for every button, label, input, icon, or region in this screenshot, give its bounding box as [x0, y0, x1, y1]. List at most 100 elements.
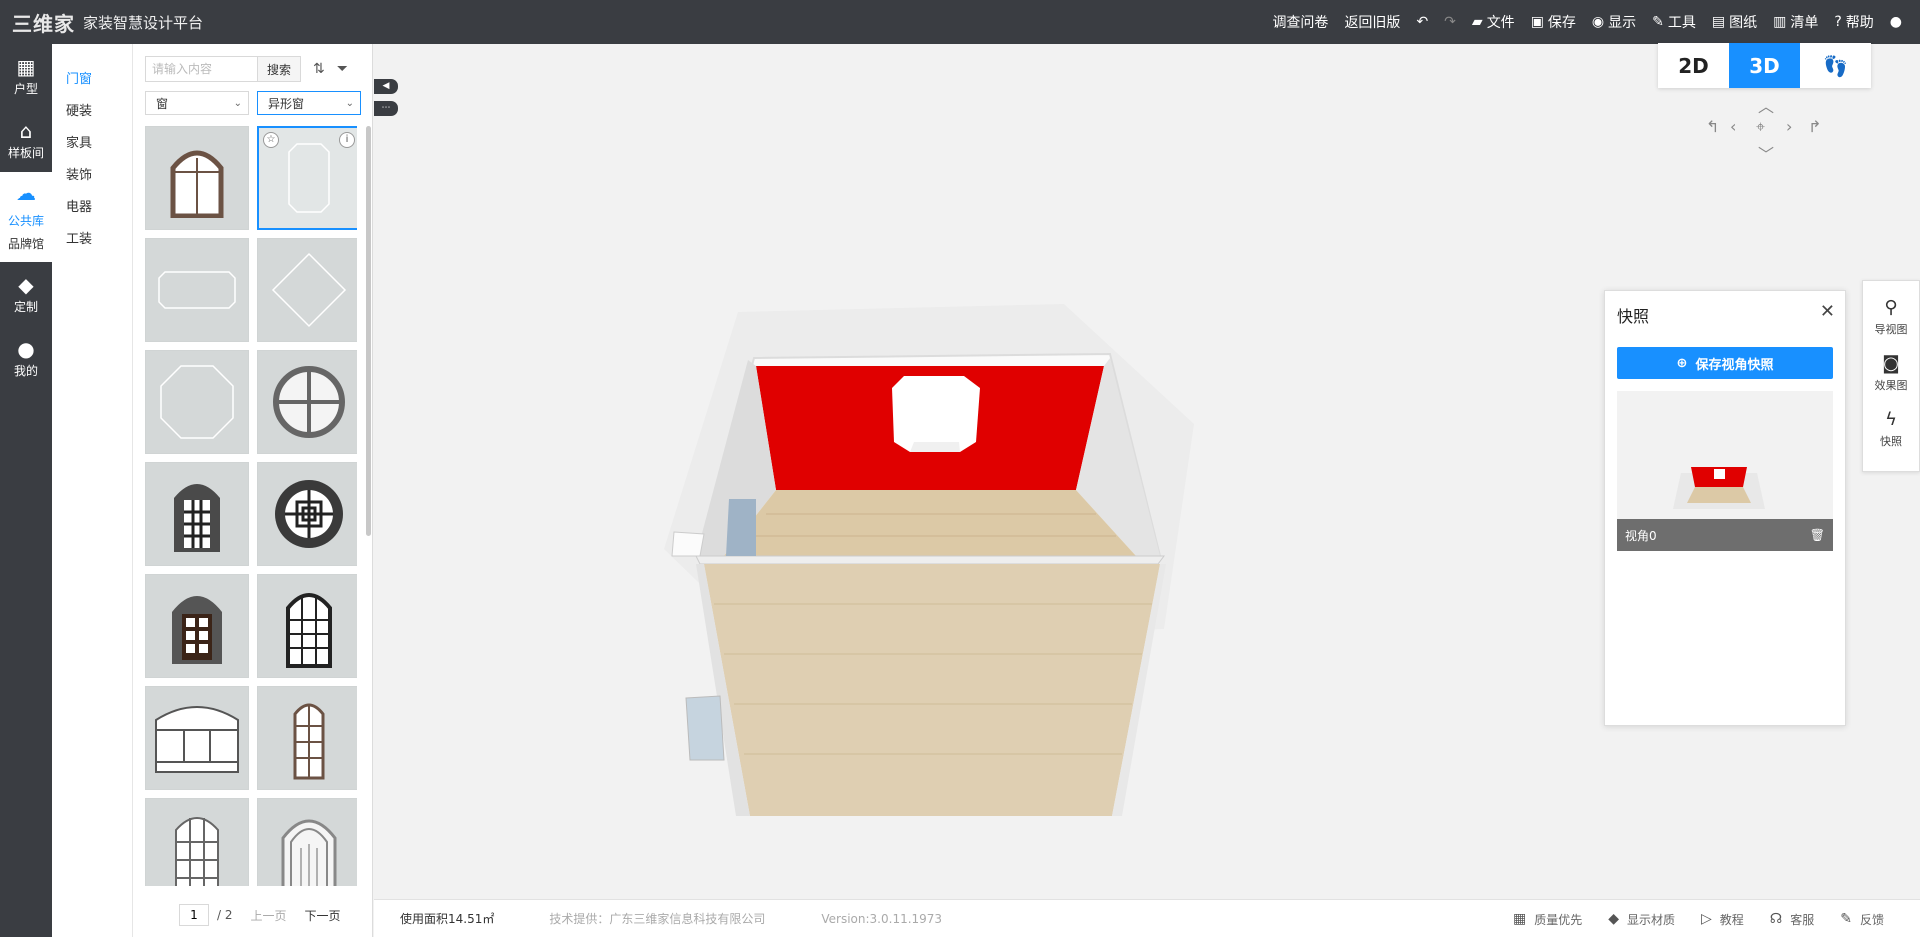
- headset-icon: ☊: [1769, 911, 1783, 927]
- filter-icon[interactable]: ⏷: [337, 61, 348, 77]
- rotate-right-icon[interactable]: ↱: [1808, 117, 1821, 136]
- tab-2d[interactable]: 2D: [1658, 43, 1729, 88]
- rail-brand-hall[interactable]: 品牌馆: [8, 235, 44, 252]
- type-select[interactable]: 窗 ⌄: [145, 91, 249, 115]
- arched-window-thumb: [170, 150, 224, 218]
- trash-icon[interactable]: 🗑: [1810, 528, 1825, 542]
- pager: / 2 上一页 下一页: [179, 904, 341, 926]
- page-input[interactable]: [179, 904, 209, 926]
- save-menu[interactable]: ▣ 保存: [1531, 12, 1576, 32]
- collapse-panel-toggle[interactable]: ◀: [374, 79, 398, 94]
- model-tile[interactable]: [145, 238, 249, 342]
- model-tile[interactable]: [257, 574, 357, 678]
- service-link[interactable]: ☊ 客服: [1770, 911, 1814, 928]
- pan-up-icon[interactable]: ︿: [1758, 93, 1774, 117]
- feedback-link[interactable]: ✎ 反馈: [1840, 911, 1884, 928]
- snapshot-thumbnail: [1673, 467, 1765, 509]
- tech-provider: 技术提供：广东三维家信息科技有限公司: [549, 912, 766, 926]
- app-title: 家装智慧设计平台: [83, 13, 204, 32]
- wrench-icon: ✎: [1652, 14, 1664, 30]
- model-tile[interactable]: [257, 350, 357, 454]
- info-icon[interactable]: i: [339, 132, 355, 148]
- tutorial-link[interactable]: ▷ 教程: [1701, 911, 1744, 928]
- tab-3d[interactable]: 3D: [1729, 43, 1800, 88]
- save-snapshot-button[interactable]: ⊕ 保存视角快照: [1617, 347, 1833, 379]
- model-tile[interactable]: [145, 574, 249, 678]
- help-menu[interactable]: ? 帮助: [1834, 12, 1873, 32]
- prev-page-link[interactable]: 上一页: [251, 907, 287, 924]
- subtype-select[interactable]: 异形窗 ⌄: [257, 91, 361, 115]
- folder-icon: ▰: [1471, 14, 1483, 30]
- grid-view-toggle[interactable]: ⋯: [374, 101, 398, 116]
- category-hard-decor[interactable]: 硬装: [52, 96, 132, 128]
- close-icon[interactable]: ✕: [1820, 301, 1835, 322]
- pan-right-icon[interactable]: ›: [1786, 117, 1792, 136]
- sort-icon[interactable]: ⇅: [313, 61, 325, 77]
- camera-icon: ◙: [1882, 353, 1900, 374]
- rail-custom[interactable]: ◆ 定制: [0, 262, 52, 326]
- model-tile-selected[interactable]: ☆ i: [257, 126, 357, 230]
- next-page-link[interactable]: 下一页: [305, 907, 341, 924]
- cloud-icon: ☁: [16, 181, 36, 205]
- cube-icon: ◆: [1608, 911, 1619, 927]
- category-furniture[interactable]: 家具: [52, 128, 132, 160]
- list-label: 清单: [1790, 15, 1819, 31]
- old-version-label: 返回旧版: [1344, 15, 1401, 31]
- model-tile[interactable]: [145, 686, 249, 790]
- tab-walkthrough[interactable]: 👣: [1800, 43, 1871, 88]
- logo[interactable]: 三维家 家装智慧设计平台: [12, 8, 203, 36]
- center-target-icon[interactable]: ⌖: [1756, 117, 1765, 137]
- pan-left-icon[interactable]: ‹: [1730, 117, 1736, 136]
- model-tile[interactable]: [145, 350, 249, 454]
- material-toggle[interactable]: ◆ 显示材质: [1608, 911, 1675, 928]
- collapse-left-icon: ◀: [382, 81, 390, 91]
- elongated-octagon-thumb: [288, 143, 330, 213]
- library-scrollbar[interactable]: [366, 126, 371, 536]
- star-icon[interactable]: ☆: [263, 132, 279, 148]
- model-tile[interactable]: [257, 462, 357, 566]
- category-commercial[interactable]: 工装: [52, 224, 132, 256]
- rotate-left-icon[interactable]: ↰: [1706, 117, 1719, 136]
- category-appliances[interactable]: 电器: [52, 192, 132, 224]
- category-decoration[interactable]: 装饰: [52, 160, 132, 192]
- rail-floorplan-label: 户型: [13, 81, 38, 96]
- service-label: 客服: [1790, 912, 1815, 927]
- dock-render-label: 效果图: [1874, 379, 1908, 392]
- dock-navigator[interactable]: ⚲ 导视图: [1863, 289, 1919, 345]
- undo-button[interactable]: ↶: [1416, 14, 1428, 30]
- search-button[interactable]: 搜索: [257, 56, 301, 82]
- rail-public-lib[interactable]: ☁ 公共库 品牌馆: [0, 172, 52, 262]
- dock-navigator-label: 导视图: [1874, 323, 1908, 336]
- model-tile[interactable]: [145, 126, 249, 230]
- survey-link[interactable]: 调查问卷: [1272, 12, 1328, 32]
- redo-button[interactable]: ↷: [1444, 14, 1456, 30]
- search-input[interactable]: [145, 56, 257, 82]
- user-menu[interactable]: ●: [1890, 14, 1902, 30]
- snapshot-footer: 视角0 🗑: [1617, 519, 1833, 551]
- dock-render[interactable]: ◙ 效果图: [1863, 345, 1919, 401]
- pan-down-icon[interactable]: ﹀: [1758, 141, 1774, 165]
- list-menu[interactable]: ▥ 清单: [1773, 12, 1818, 32]
- rail-floorplan[interactable]: ▦ 户型: [0, 44, 52, 108]
- user-icon: ●: [1889, 14, 1902, 30]
- file-menu[interactable]: ▰ 文件: [1472, 12, 1515, 32]
- old-version-link[interactable]: 返回旧版: [1344, 12, 1400, 32]
- category-doors-windows[interactable]: 门窗: [52, 64, 132, 96]
- octagon-window-thumb: [160, 365, 234, 439]
- drawings-menu[interactable]: ▤ 图纸: [1712, 12, 1757, 32]
- quality-toggle[interactable]: ▦ 质量优先: [1513, 911, 1582, 928]
- model-tile[interactable]: [145, 462, 249, 566]
- model-tile[interactable]: [145, 798, 249, 886]
- dock-snapshot[interactable]: ϟ 快照: [1863, 401, 1919, 457]
- rail-showroom[interactable]: ⌂ 样板间: [0, 108, 52, 172]
- rail-mine[interactable]: ● 我的: [0, 326, 52, 390]
- tools-label: 工具: [1667, 15, 1696, 31]
- snapshot-card[interactable]: 视角0 🗑: [1617, 391, 1833, 551]
- chevron-down-icon: ⌄: [345, 97, 354, 109]
- display-menu[interactable]: ◉ 显示: [1592, 12, 1636, 32]
- drawings-label: 图纸: [1729, 15, 1758, 31]
- tools-menu[interactable]: ✎ 工具: [1652, 12, 1696, 32]
- model-tile[interactable]: [257, 798, 357, 886]
- model-tile[interactable]: [257, 686, 357, 790]
- model-tile[interactable]: [257, 238, 357, 342]
